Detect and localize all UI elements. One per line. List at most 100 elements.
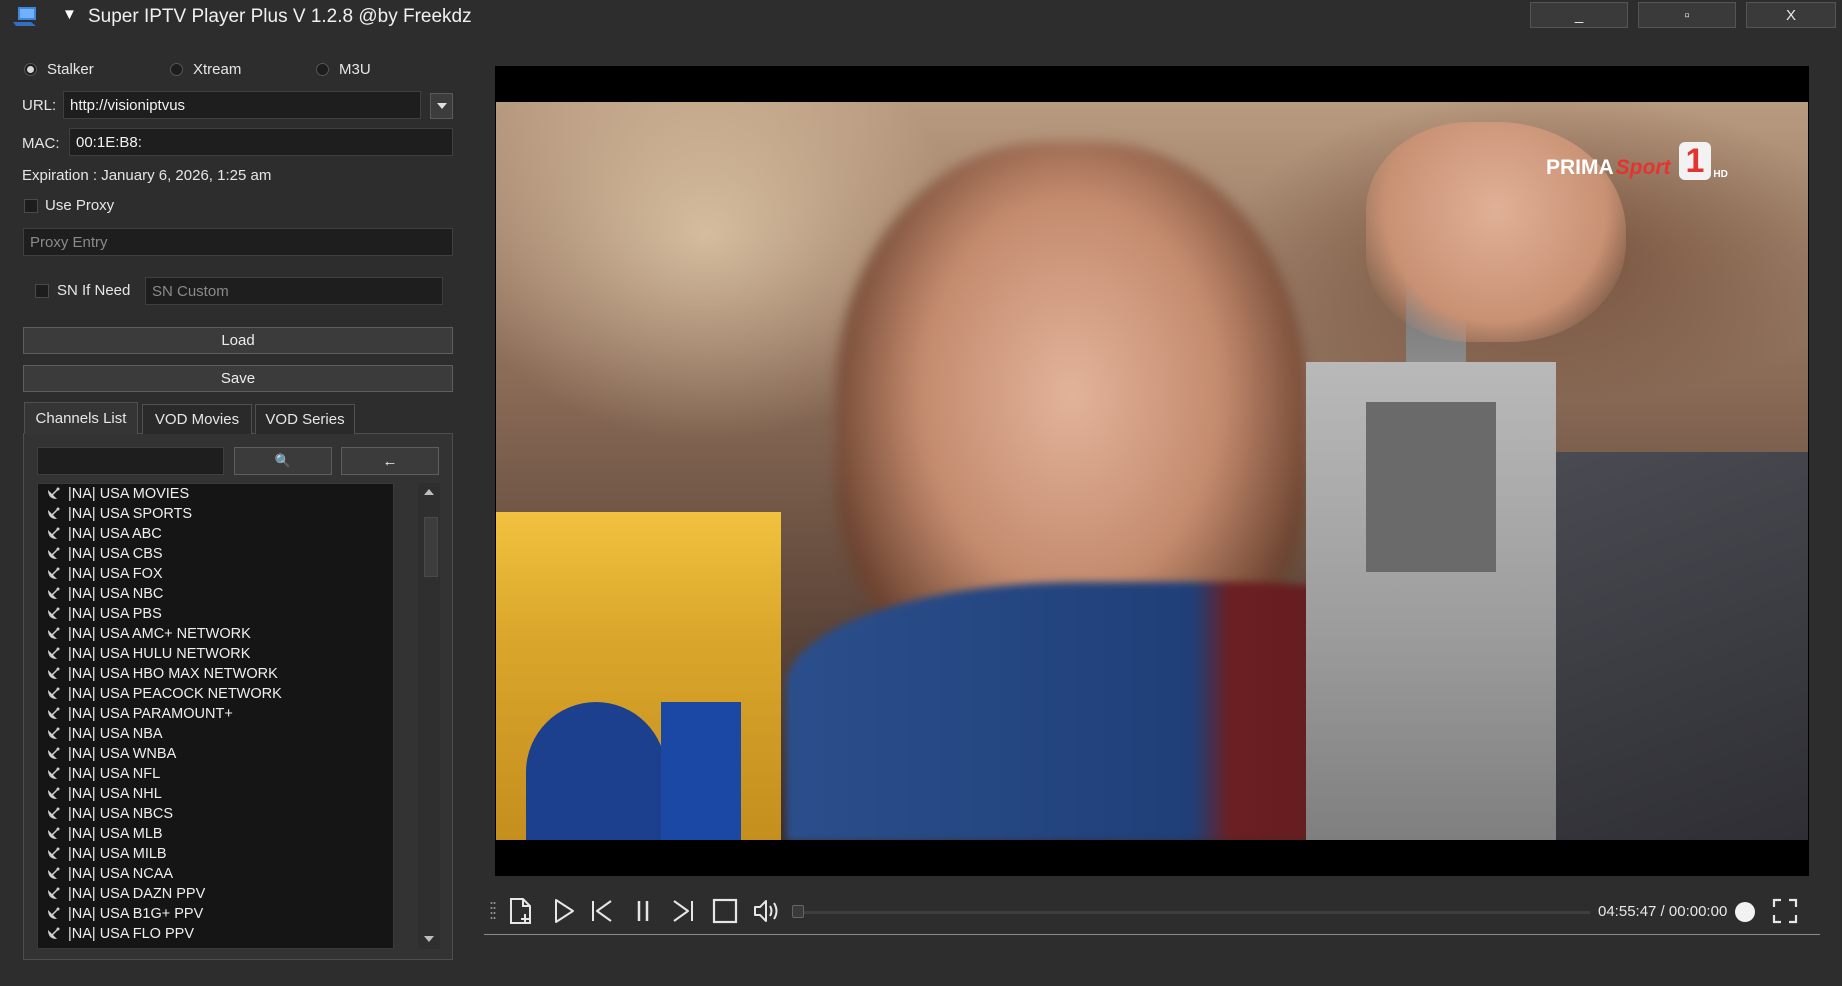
- fullscreen-icon[interactable]: [1772, 898, 1798, 924]
- satellite-dish-icon: [48, 727, 60, 739]
- proxy-input[interactable]: [23, 228, 453, 256]
- logo-main-text: PRIMA: [1546, 156, 1614, 179]
- next-icon[interactable]: [668, 896, 698, 926]
- radio-label: Xtream: [193, 61, 242, 78]
- satellite-dish-icon: [48, 607, 60, 619]
- channel-name: |NA| USA NFL: [68, 766, 161, 782]
- satellite-dish-icon: [48, 907, 60, 919]
- channel-name: |NA| USA NHL: [68, 786, 162, 802]
- sn-input[interactable]: [145, 277, 443, 305]
- channel-name: |NA| USA HULU NETWORK: [68, 646, 251, 662]
- channel-name: |NA| USA NBC: [68, 586, 164, 602]
- channel-list-item[interactable]: |NA| USA NBA: [38, 724, 393, 744]
- app-monitor-icon: [13, 7, 36, 26]
- volume-knob[interactable]: [1735, 902, 1755, 922]
- radio-stalker[interactable]: Stalker: [24, 61, 94, 78]
- channel-list-item[interactable]: |NA| USA NHL: [38, 784, 393, 804]
- scroll-down-icon[interactable]: [424, 936, 434, 942]
- channel-list-item[interactable]: |NA| USA WNBA: [38, 744, 393, 764]
- channel-name: |NA| USA NBCS: [68, 806, 174, 822]
- menu-dropdown-icon[interactable]: ▼: [62, 6, 77, 23]
- radio-m3u[interactable]: M3U: [316, 61, 371, 78]
- satellite-dish-icon: [48, 747, 60, 759]
- stop-icon[interactable]: [710, 896, 740, 926]
- time-display: 04:55:47 / 00:00:00: [1598, 903, 1728, 920]
- channel-list-item[interactable]: |NA| USA NBCS: [38, 804, 393, 824]
- control-bar-divider: [484, 934, 1820, 935]
- satellite-dish-icon: [48, 647, 60, 659]
- channel-list-item[interactable]: |NA| USA HBO MAX NETWORK: [38, 664, 393, 684]
- channel-name: |NA| USA MILB: [68, 846, 167, 862]
- channel-name: |NA| USA PARAMOUNT+: [68, 706, 233, 722]
- channel-list[interactable]: |NA| USA MOVIES |NA| USA SPORTS |NA| USA A…: [37, 483, 394, 949]
- scroll-up-icon[interactable]: [424, 489, 434, 495]
- search-button[interactable]: 🔍: [234, 447, 332, 475]
- pause-icon[interactable]: [628, 896, 658, 926]
- channel-list-item[interactable]: |NA| USA PBS: [38, 604, 393, 624]
- channel-list-item[interactable]: |NA| USA B1G+ PPV: [38, 904, 393, 924]
- channel-name: |NA| USA MLB: [68, 826, 163, 842]
- volume-icon[interactable]: [752, 896, 782, 926]
- channel-list-item[interactable]: |NA| USA DAZN PPV: [38, 884, 393, 904]
- expiration-text: Expiration : January 6, 2026, 1:25 am: [22, 167, 272, 184]
- maximize-button[interactable]: ▫: [1638, 2, 1736, 28]
- channel-list-item[interactable]: |NA| USA PARAMOUNT+: [38, 704, 393, 724]
- tab-vod-movies[interactable]: VOD Movies: [142, 404, 252, 434]
- minimize-button[interactable]: _: [1530, 2, 1628, 28]
- close-button[interactable]: X: [1746, 2, 1836, 28]
- satellite-dish-icon: [48, 847, 60, 859]
- channel-list-item[interactable]: |NA| USA MOVIES: [38, 484, 393, 504]
- url-label: URL:: [22, 97, 57, 114]
- sn-checkbox[interactable]: [35, 284, 49, 298]
- channel-search-input[interactable]: [37, 447, 224, 475]
- video-frame: PRIMA Sport 1 HD: [496, 102, 1808, 840]
- chevron-down-icon: [436, 103, 447, 109]
- load-button[interactable]: Load: [23, 327, 453, 354]
- previous-icon[interactable]: [587, 896, 617, 926]
- channel-list-item[interactable]: |NA| USA CBS: [38, 544, 393, 564]
- seek-handle[interactable]: [792, 905, 804, 918]
- radio-circle: [24, 63, 37, 76]
- channel-list-item[interactable]: |NA| USA ABC: [38, 524, 393, 544]
- channel-name: |NA| USA FOX: [68, 566, 163, 582]
- channel-list-item[interactable]: |NA| USA AMC+ NETWORK: [38, 624, 393, 644]
- seek-bar[interactable]: [800, 911, 1590, 914]
- mac-input[interactable]: [69, 128, 453, 156]
- channel-name: |NA| USA CBS: [68, 546, 163, 562]
- channel-list-item[interactable]: |NA| USA NCAA: [38, 864, 393, 884]
- back-button[interactable]: ←: [341, 447, 439, 475]
- satellite-dish-icon: [48, 567, 60, 579]
- scroll-thumb[interactable]: [424, 517, 438, 577]
- use-proxy-checkbox[interactable]: [24, 199, 38, 213]
- channel-name: |NA| USA ABC: [68, 526, 162, 542]
- channel-list-item[interactable]: |NA| USA NFL: [38, 764, 393, 784]
- channel-list-item[interactable]: |NA| USA PEACOCK NETWORK: [38, 684, 393, 704]
- channel-list-item[interactable]: |NA| USA HULU NETWORK: [38, 644, 393, 664]
- satellite-dish-icon: [48, 507, 60, 519]
- channel-list-item[interactable]: |NA| USA SPORTS: [38, 504, 393, 524]
- channel-list-item[interactable]: |NA| USA FLO PPV: [38, 924, 393, 944]
- satellite-dish-icon: [48, 767, 60, 779]
- open-file-icon[interactable]: [505, 896, 535, 926]
- channel-list-item[interactable]: |NA| USA NBC: [38, 584, 393, 604]
- tab-vod-series[interactable]: VOD Series: [255, 404, 355, 434]
- channel-name: |NA| USA DAZN PPV: [68, 886, 206, 902]
- url-history-dropdown[interactable]: [430, 93, 453, 119]
- channel-logo: PRIMA Sport 1 HD: [1546, 142, 1728, 180]
- url-input[interactable]: [63, 91, 421, 119]
- blue-wall: [661, 702, 741, 840]
- radio-circle: [316, 63, 329, 76]
- save-button[interactable]: Save: [23, 365, 453, 392]
- grip-handle-icon[interactable]: [490, 900, 496, 922]
- channel-list-item[interactable]: |NA| USA MILB: [38, 844, 393, 864]
- satellite-dish-icon: [48, 627, 60, 639]
- channel-name: |NA| USA FLO PPV: [68, 926, 194, 942]
- channel-name: |NA| USA NCAA: [68, 866, 174, 882]
- radio-xtream[interactable]: Xtream: [170, 61, 241, 78]
- play-icon[interactable]: [548, 896, 578, 926]
- satellite-dish-icon: [48, 807, 60, 819]
- channel-list-item[interactable]: |NA| USA FOX: [38, 564, 393, 584]
- tab-channels-list[interactable]: Channels List: [24, 402, 138, 434]
- channel-list-item[interactable]: |NA| USA MLB: [38, 824, 393, 844]
- channel-name: |NA| USA HBO MAX NETWORK: [68, 666, 278, 682]
